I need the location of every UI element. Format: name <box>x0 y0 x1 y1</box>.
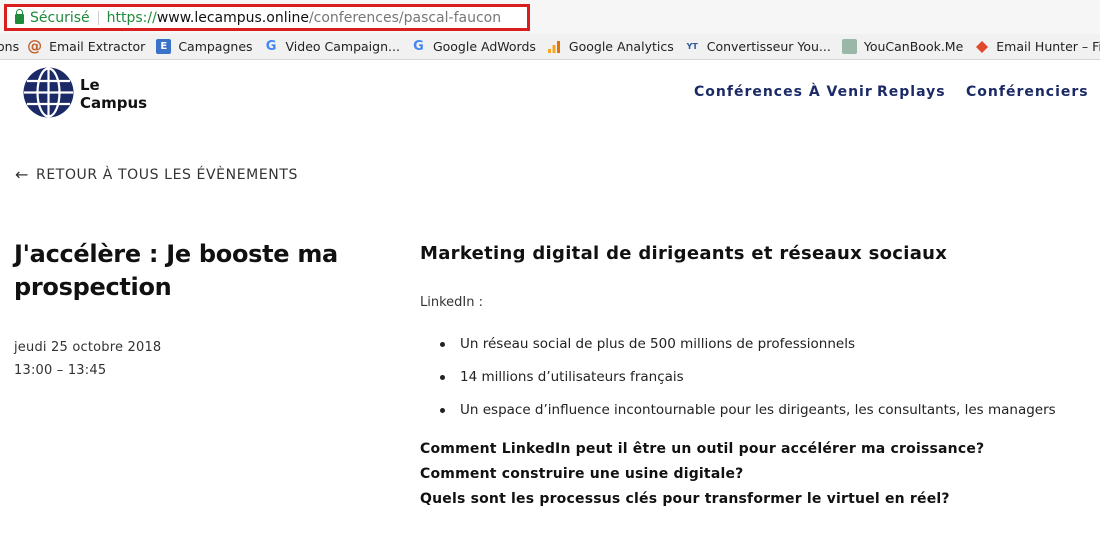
globe-logo-icon[interactable] <box>22 66 75 119</box>
nav-conferenciers[interactable]: Conférenciers <box>966 84 1089 100</box>
bookmarks-bar: ons @ Email Extractor E Campagnes G Vide… <box>0 34 1100 60</box>
bookmark-truncated[interactable]: ons <box>0 39 19 54</box>
event-time: 13:00 – 13:45 <box>14 363 107 378</box>
questions-block: Comment LinkedIn peut il être un outil p… <box>420 441 984 516</box>
bookmark-campagnes[interactable]: E Campagnes <box>156 39 253 54</box>
bookmark-label: Google Analytics <box>568 39 674 54</box>
list-item: Un espace d’influence incontournable pou… <box>440 402 1056 435</box>
logo-line: Campus <box>80 94 148 112</box>
site-logo-text[interactable]: Le Campus <box>80 76 147 112</box>
list-item: Un réseau social de plus de 500 millions… <box>440 336 1056 369</box>
youtube-mp3-icon: YT <box>686 41 698 51</box>
secure-label: Sécurisé <box>30 9 90 26</box>
calendar-icon <box>841 39 857 54</box>
question-text: Quels sont les processus clés pour trans… <box>420 491 950 507</box>
bookmark-label: Email Extractor <box>49 39 146 54</box>
browser-address-bar: Sécurisé https://www.lecampus.online/con… <box>0 0 1100 34</box>
campaign-icon: E <box>156 39 172 54</box>
arrow-left-icon: ← <box>15 165 30 184</box>
bullet-list: Un réseau social de plus de 500 millions… <box>440 336 1056 435</box>
bookmark-email-hunter[interactable]: Email Hunter – Fi... <box>974 39 1100 54</box>
event-date: jeudi 25 octobre 2018 <box>14 340 162 355</box>
bookmark-convertisseur[interactable]: YT Convertisseur You... <box>685 39 831 54</box>
section-heading: Marketing digital de dirigeants et résea… <box>420 243 948 264</box>
url-divider <box>97 10 99 25</box>
google-icon: G <box>413 39 424 54</box>
bookmark-label: Google AdWords <box>432 39 536 54</box>
bookmark-label: YouCanBook.Me <box>863 39 964 54</box>
bookmark-label: ons <box>0 39 20 54</box>
at-icon: @ <box>27 37 43 55</box>
nav-replays[interactable]: Replays <box>877 84 946 100</box>
back-to-events-link[interactable]: ← RETOUR À TOUS LES ÉVÈNEMENTS <box>15 165 298 184</box>
bookmark-label: Campagnes <box>178 39 253 54</box>
hunter-icon <box>974 39 989 54</box>
bookmark-email-extractor[interactable]: @ Email Extractor <box>27 37 146 55</box>
analytics-icon <box>547 39 562 54</box>
bookmark-youcanbookme[interactable]: YouCanBook.Me <box>841 39 964 54</box>
url-field[interactable]: Sécurisé https://www.lecampus.online/con… <box>4 4 530 31</box>
back-label: RETOUR À TOUS LES ÉVÈNEMENTS <box>36 166 298 183</box>
bookmark-google-analytics[interactable]: Google Analytics <box>547 39 674 54</box>
list-item: 14 millions d’utilisateurs français <box>440 369 1056 402</box>
bookmark-video-campaign[interactable]: G Video Campaign... <box>264 39 400 54</box>
lock-icon <box>15 9 24 24</box>
url-path: /conferences/pascal-faucon <box>308 9 502 26</box>
bookmark-label: Video Campaign... <box>285 39 400 54</box>
url-scheme: https:// <box>106 9 157 26</box>
logo-line: Le <box>80 76 100 94</box>
question-text: Comment construire une usine digitale? <box>420 466 744 482</box>
intro-text: LinkedIn : <box>420 295 483 310</box>
event-title: J'accélère : Je booste ma prospection <box>14 240 338 301</box>
nav-conferences-a-venir[interactable]: Conférences À Venir <box>694 84 873 100</box>
bookmark-label: Convertisseur You... <box>706 39 831 54</box>
bookmark-label: Email Hunter – Fi... <box>996 39 1100 54</box>
bookmark-google-adwords[interactable]: G Google AdWords <box>411 39 536 54</box>
google-icon: G <box>265 39 277 54</box>
question-text: Comment LinkedIn peut il être un outil p… <box>420 441 985 457</box>
url-host: www.lecampus.online <box>156 9 309 26</box>
